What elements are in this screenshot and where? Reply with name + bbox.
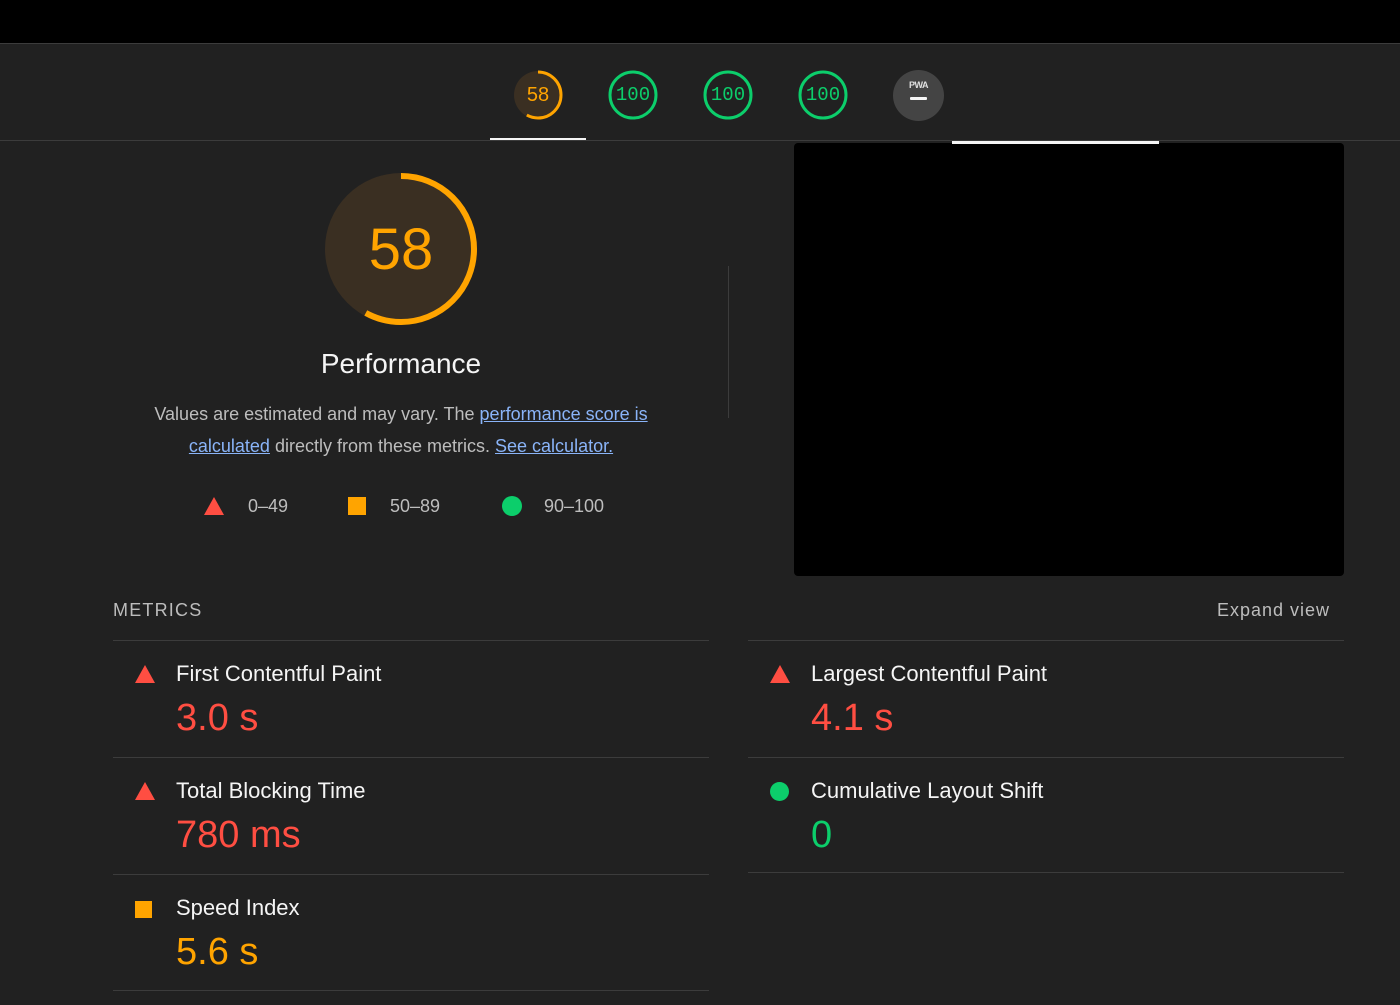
expand-view-button[interactable]: Expand view [1180, 600, 1330, 621]
metric-value: 5.6 s [176, 931, 259, 973]
metric-name: Total Blocking Time [176, 778, 366, 803]
metric-value: 4.1 s [811, 697, 894, 739]
pwa-dash-icon [910, 97, 927, 100]
gauges-bar-divider [0, 140, 1400, 141]
gauge-pwa[interactable]: PWA [893, 70, 944, 121]
metric-speed-index: Speed Index 5.6 s [113, 874, 709, 991]
circle-icon [502, 496, 522, 516]
top-bar [0, 0, 1400, 43]
legend-pass-range: 90–100 [544, 495, 605, 516]
pass-circle-icon [770, 782, 789, 801]
screenshot-top-indicator [952, 141, 1159, 144]
metrics-heading: METRICS [113, 600, 203, 620]
gauge-best-practices[interactable]: 100 [702, 69, 754, 121]
legend-fail-range: 0–49 [248, 495, 289, 516]
gauge-best-practices-score: 100 [710, 84, 746, 106]
metric-cumulative-layout-shift: Cumulative Layout Shift 0 [748, 757, 1344, 874]
metric-first-contentful-paint: First Contentful Paint 3.0 s [113, 640, 709, 757]
metrics-left-bottom-divider [113, 990, 709, 991]
gauge-accessibility-score: 100 [615, 84, 651, 106]
gauge-seo[interactable]: 100 [797, 69, 849, 121]
gauge-performance-score: 58 [526, 83, 550, 106]
triangle-icon [204, 497, 224, 515]
square-icon [348, 497, 366, 515]
metric-value: 0 [811, 814, 833, 856]
gauge-accessibility[interactable]: 100 [607, 69, 659, 121]
performance-title: Performance [320, 348, 482, 379]
metric-name: Cumulative Layout Shift [811, 778, 1044, 803]
legend-average-range: 50–89 [390, 495, 441, 516]
desc-text-2: directly from these metrics. [269, 436, 496, 456]
pwa-label: PWA [908, 80, 929, 90]
metric-name: Largest Contentful Paint [811, 661, 1048, 686]
performance-gauge: 58 [323, 171, 479, 327]
fail-triangle-icon [770, 665, 790, 683]
gauge-performance[interactable]: 58 [512, 69, 564, 121]
metric-value: 3.0 s [176, 697, 259, 739]
legend-pass: 90–100 [502, 494, 604, 518]
fail-triangle-icon [135, 782, 155, 800]
final-screenshot[interactable] [794, 143, 1344, 576]
metric-value: 780 ms [176, 814, 301, 856]
performance-score: 58 [368, 216, 434, 282]
metric-largest-contentful-paint: Largest Contentful Paint 4.1 s [748, 640, 1344, 757]
metric-name: First Contentful Paint [176, 661, 382, 686]
category-gauges-bar [0, 44, 1400, 140]
gauge-seo-score: 100 [805, 84, 841, 106]
metric-total-blocking-time: Total Blocking Time 780 ms [113, 757, 709, 874]
fail-triangle-icon [135, 665, 155, 683]
metrics-right-bottom-divider [748, 872, 1344, 873]
metric-name: Speed Index [176, 895, 300, 920]
legend-fail: 0–49 [204, 494, 288, 518]
desc-text-1: Values are estimated and may vary. The [154, 404, 480, 424]
legend-average: 50–89 [348, 494, 440, 518]
see-calculator-link[interactable]: See calculator. [495, 436, 613, 456]
average-square-icon [135, 901, 152, 918]
vertical-divider [728, 266, 729, 418]
performance-description: Values are estimated and may vary. The p… [130, 398, 672, 462]
